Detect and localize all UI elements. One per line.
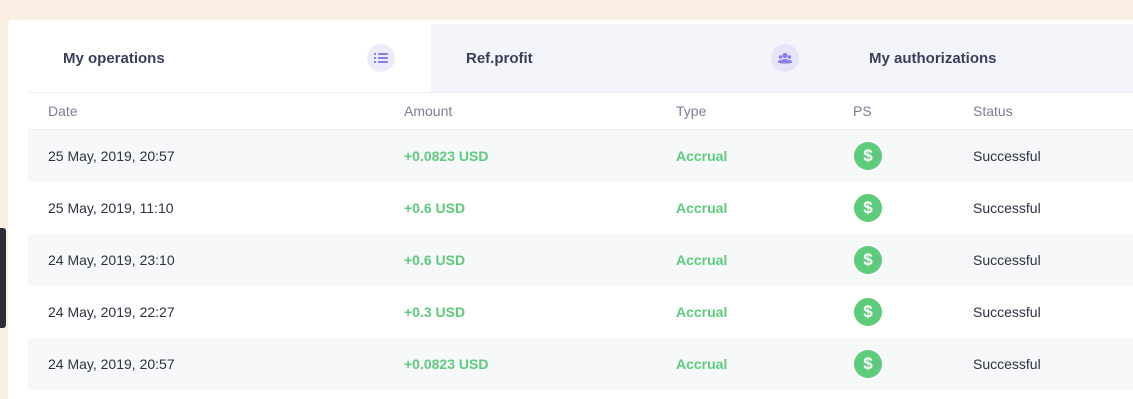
table-row: 25 May, 2019, 20:57 +0.0823 USD Accrual … bbox=[28, 130, 1133, 182]
type-cell: Accrual bbox=[676, 356, 728, 372]
status-cell: Successful bbox=[973, 252, 1041, 268]
date-cell: 25 May, 2019, 11:10 bbox=[48, 200, 174, 216]
side-handle[interactable] bbox=[0, 228, 6, 328]
list-icon bbox=[367, 44, 395, 72]
amount-cell: +0.3 USD bbox=[404, 304, 466, 320]
type-cell: Accrual bbox=[676, 252, 728, 268]
table-row: 25 May, 2019, 11:10 +0.6 USD Accrual $ S… bbox=[28, 182, 1133, 234]
ps-cell: $ bbox=[853, 246, 973, 274]
type-cell: Accrual bbox=[676, 200, 728, 216]
date-cell: 25 May, 2019, 20:57 bbox=[48, 148, 175, 164]
table-header: Date Amount Type PS Status bbox=[28, 92, 1133, 130]
column-header-amount: Amount bbox=[404, 103, 453, 119]
status-cell: Successful bbox=[973, 356, 1041, 372]
tab-label: My operations bbox=[63, 49, 165, 67]
dollar-icon: $ bbox=[854, 350, 882, 378]
tab-ref-profit[interactable]: Ref.profit bbox=[431, 24, 834, 92]
ps-cell: $ bbox=[853, 350, 973, 378]
table-row: 24 May, 2019, 22:27 +0.3 USD Accrual $ S… bbox=[28, 286, 1133, 338]
amount-cell: +0.6 USD bbox=[404, 252, 466, 268]
table-row: 24 May, 2019, 23:10 +0.6 USD Accrual $ S… bbox=[28, 234, 1133, 286]
status-cell: Successful bbox=[973, 304, 1041, 320]
column-header-ps: PS bbox=[853, 103, 872, 119]
table-row: 24 May, 2019, 20:57 +0.0823 USD Accrual … bbox=[28, 338, 1133, 390]
date-cell: 24 May, 2019, 23:10 bbox=[48, 252, 175, 268]
dollar-icon: $ bbox=[854, 194, 882, 222]
amount-cell: +0.0823 USD bbox=[404, 356, 489, 372]
status-cell: Successful bbox=[973, 148, 1041, 164]
amount-cell: +0.6 USD bbox=[404, 200, 466, 216]
tab-bar: My operations Ref.profit My authorizatio… bbox=[8, 24, 1133, 92]
dollar-icon: $ bbox=[854, 142, 882, 170]
dollar-icon: $ bbox=[854, 298, 882, 326]
column-header-status: Status bbox=[973, 103, 1013, 119]
ps-cell: $ bbox=[853, 298, 973, 326]
tab-my-operations[interactable]: My operations bbox=[8, 24, 431, 92]
tab-label: My authorizations bbox=[869, 49, 997, 67]
date-cell: 24 May, 2019, 22:27 bbox=[48, 304, 175, 320]
tab-my-authorizations[interactable]: My authorizations bbox=[834, 24, 1133, 92]
dollar-icon: $ bbox=[854, 246, 882, 274]
column-header-date: Date bbox=[48, 103, 78, 119]
ps-cell: $ bbox=[853, 194, 973, 222]
date-cell: 24 May, 2019, 20:57 bbox=[48, 356, 175, 372]
tab-label: Ref.profit bbox=[466, 49, 533, 67]
type-cell: Accrual bbox=[676, 148, 728, 164]
operations-table: Date Amount Type PS Status 25 May, 2019,… bbox=[28, 92, 1133, 390]
ps-cell: $ bbox=[853, 142, 973, 170]
users-icon bbox=[771, 44, 799, 72]
status-cell: Successful bbox=[973, 200, 1041, 216]
type-cell: Accrual bbox=[676, 304, 728, 320]
amount-cell: +0.0823 USD bbox=[404, 148, 489, 164]
column-header-type: Type bbox=[676, 103, 707, 119]
operations-card: My operations Ref.profit My authorizatio… bbox=[8, 20, 1133, 399]
